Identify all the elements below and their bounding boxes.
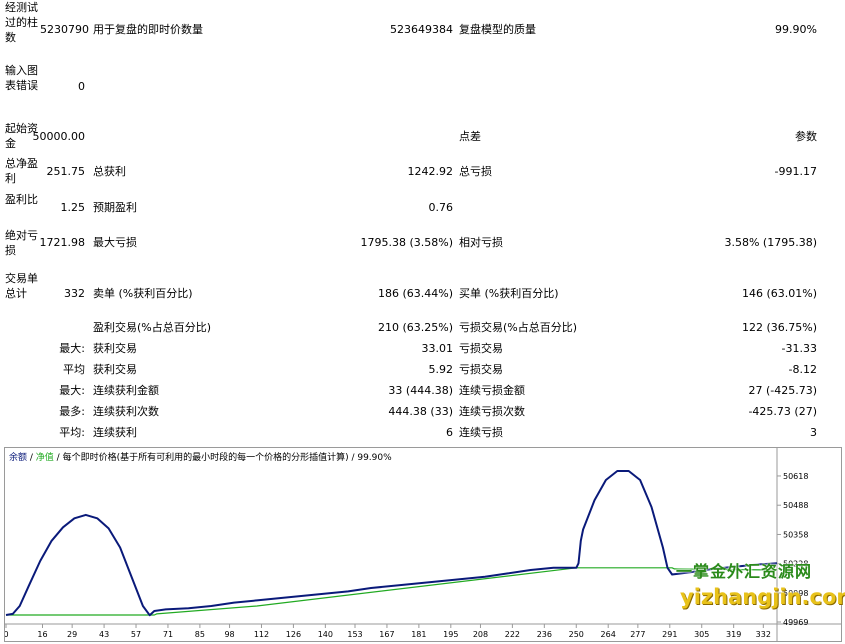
absolute-drawdown-value: 1721.98 bbox=[39, 236, 86, 249]
x-tick-label: 319 bbox=[726, 630, 741, 639]
average-loss-label: 亏损交易 bbox=[459, 363, 503, 376]
watermark-url: yizhangjin.com bbox=[680, 585, 845, 609]
most-consecutive-prefix: 最多: bbox=[59, 405, 85, 418]
max-consecutive-profit-label: 连续获利次数 bbox=[93, 405, 159, 418]
x-tick-label: 153 bbox=[347, 630, 362, 639]
balance-chart: 余额 / 净值 / 每个即时价格(基于所有可利用的最小时段的每一个价格的分形插值… bbox=[4, 447, 842, 642]
average-loss-value: -8.12 bbox=[788, 363, 817, 376]
loss-trades-label: 亏损交易(%占总百分比) bbox=[459, 321, 578, 334]
backtest-report: 经测试过的柱数 5230790 用于复盘的即时价数量 523649384 复盘模… bbox=[0, 0, 845, 445]
spread-label: 点差 bbox=[459, 130, 481, 143]
x-tick-label: 140 bbox=[318, 630, 333, 639]
expected-payoff-label: 预期盈利 bbox=[93, 201, 137, 214]
x-tick-label: 57 bbox=[131, 630, 141, 639]
gross-profit-label: 总获利 bbox=[93, 165, 126, 178]
profit-factor-value: 1.25 bbox=[60, 201, 86, 214]
gross-loss-value: -991.17 bbox=[774, 165, 817, 178]
x-tick-label: 236 bbox=[537, 630, 552, 639]
initial-deposit-value: 50000.00 bbox=[32, 130, 86, 143]
x-tick-label: 250 bbox=[569, 630, 584, 639]
x-tick-label: 43 bbox=[99, 630, 109, 639]
average-consecutive-wins-value: 6 bbox=[446, 426, 453, 439]
x-tick-label: 222 bbox=[505, 630, 520, 639]
largest-profit-value: 33.01 bbox=[421, 342, 454, 355]
maximal-drawdown-label: 最大亏损 bbox=[93, 236, 137, 249]
max-consecutive-prefix: 最大: bbox=[59, 384, 85, 397]
profit-trades-label: 盈利交易(%占总百分比) bbox=[93, 321, 212, 334]
model-quality-label: 复盘模型的质量 bbox=[459, 23, 536, 36]
average-prefix: 平均 bbox=[63, 363, 85, 376]
relative-drawdown-value: 3.58% (1795.38) bbox=[724, 236, 817, 249]
gross-profit-value: 1242.92 bbox=[407, 165, 454, 178]
largest-profit-label: 获利交易 bbox=[93, 342, 137, 355]
watermark-text: 一掌金外汇资源网 bbox=[676, 562, 813, 581]
y-tick-label: 50618 bbox=[783, 472, 808, 481]
short-positions-label: 卖单 (%获利百分比) bbox=[93, 287, 193, 300]
average-consecutive-losses-value: 3 bbox=[810, 426, 817, 439]
ticks-modelled-label: 用于复盘的即时价数量 bbox=[93, 23, 203, 36]
relative-drawdown-label: 相对亏损 bbox=[459, 236, 503, 249]
x-tick-label: 291 bbox=[662, 630, 677, 639]
x-tick-label: 167 bbox=[379, 630, 394, 639]
y-tick-label: 50488 bbox=[783, 501, 808, 510]
largest-loss-label: 亏损交易 bbox=[459, 342, 503, 355]
net-profit-label: 总净盈利 bbox=[5, 157, 38, 185]
average-profit-value: 5.92 bbox=[428, 363, 454, 376]
loss-trades-value: 122 (36.75%) bbox=[741, 321, 817, 334]
x-tick-label: 16 bbox=[37, 630, 47, 639]
profit-trades-value: 210 (63.25%) bbox=[377, 321, 453, 334]
x-tick-label: 208 bbox=[473, 630, 488, 639]
chart-errors-label: 输入图表错误 bbox=[5, 64, 38, 92]
gross-loss-label: 总亏损 bbox=[459, 165, 492, 178]
total-trades-label: 交易单总计 bbox=[5, 272, 38, 300]
average-consecutive-losses-label: 连续亏损 bbox=[459, 426, 503, 439]
average-consecutive-prefix: 平均: bbox=[59, 426, 85, 439]
bars-tested-label: 经测试过的柱数 bbox=[5, 1, 38, 44]
max-consecutive-losses-label: 连续亏损金额 bbox=[459, 384, 525, 397]
chart-errors-value: 0 bbox=[78, 80, 85, 93]
x-tick-label: 195 bbox=[443, 630, 458, 639]
largest-prefix: 最大: bbox=[59, 342, 85, 355]
x-tick-label: 264 bbox=[601, 630, 616, 639]
max-consecutive-loss-value: -425.73 (27) bbox=[748, 405, 817, 418]
y-tick-label: 49969 bbox=[783, 618, 808, 627]
maximal-drawdown-value: 1795.38 (3.58%) bbox=[360, 236, 453, 249]
x-tick-label: 305 bbox=[694, 630, 709, 639]
x-tick-label: 181 bbox=[411, 630, 426, 639]
x-tick-label: 332 bbox=[756, 630, 771, 639]
max-consecutive-profit-value: 444.38 (33) bbox=[388, 405, 453, 418]
x-tick-label: 112 bbox=[254, 630, 269, 639]
x-tick-label: 0 bbox=[5, 630, 9, 639]
max-consecutive-losses-value: 27 (-425.73) bbox=[748, 384, 817, 397]
long-positions-value: 146 (63.01%) bbox=[741, 287, 817, 300]
model-quality-value: 99.90% bbox=[775, 23, 817, 36]
x-tick-label: 126 bbox=[286, 630, 301, 639]
expected-payoff-value: 0.76 bbox=[428, 201, 454, 214]
equity-line bbox=[6, 567, 778, 616]
x-tick-label: 71 bbox=[163, 630, 173, 639]
max-consecutive-loss-label: 连续亏损次数 bbox=[459, 405, 525, 418]
short-positions-value: 186 (63.44%) bbox=[377, 287, 453, 300]
total-trades-value: 332 bbox=[64, 287, 85, 300]
ticks-modelled-value: 523649384 bbox=[390, 23, 453, 36]
x-tick-label: 29 bbox=[67, 630, 77, 639]
x-tick-label: 98 bbox=[224, 630, 234, 639]
largest-loss-value: -31.33 bbox=[781, 342, 817, 355]
bars-tested-value: 5230790 bbox=[40, 23, 89, 36]
average-profit-label: 获利交易 bbox=[93, 363, 137, 376]
average-consecutive-wins-label: 连续获利 bbox=[93, 426, 137, 439]
spread-value: 参数 bbox=[795, 130, 817, 143]
profit-factor-label: 盈利比 bbox=[5, 193, 38, 206]
x-tick-label: 277 bbox=[630, 630, 645, 639]
balance-line bbox=[5, 470, 778, 617]
long-positions-label: 买单 (%获利百分比) bbox=[459, 287, 559, 300]
max-consecutive-wins-value: 33 (444.38) bbox=[388, 384, 453, 397]
y-tick-label: 50358 bbox=[783, 530, 808, 539]
net-profit-value: 251.75 bbox=[46, 165, 86, 178]
chart-svg: 5061850488503585022850098499690 16 29 43 57 7… bbox=[5, 448, 841, 641]
x-tick-label: 85 bbox=[195, 630, 205, 639]
max-consecutive-wins-label: 连续获利金额 bbox=[93, 384, 159, 397]
